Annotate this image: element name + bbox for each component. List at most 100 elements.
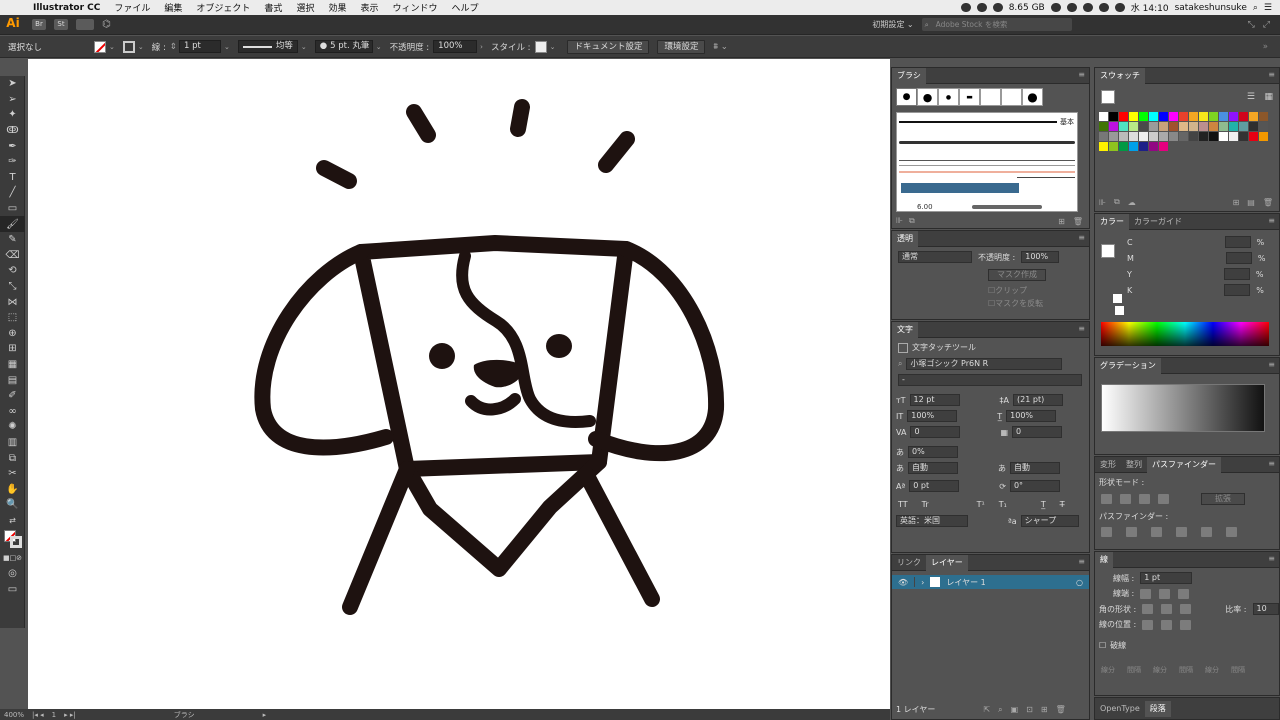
font-family-select[interactable]: 小塚ゴシック Pr6N R [906,358,1063,370]
make-clip-icon[interactable]: ▣ [1011,705,1019,714]
width-tool-icon[interactable]: ⋈ [0,294,25,310]
font-size-input[interactable]: 12 pt [909,394,960,406]
color-swatch[interactable] [1129,142,1138,151]
vertical-scale-input[interactable]: 100% [907,410,958,422]
artboard-number[interactable]: 1 [52,711,56,719]
brush-tip-oval[interactable]: ▬ [959,88,980,106]
tab-opentype[interactable]: OpenType [1095,704,1145,713]
blend-tool-icon[interactable]: ∞ [0,403,25,419]
eraser-tool-icon[interactable]: ⌫ [0,248,25,264]
list-icon[interactable]: ☰ [1264,3,1272,13]
color-swatch[interactable] [1259,112,1268,121]
color-swatch[interactable] [1249,112,1258,121]
character-rotation-input[interactable]: 0° [1009,480,1060,492]
opacity-field[interactable]: 100% › [433,40,483,53]
minus-back-icon[interactable] [1226,527,1237,537]
export-icon[interactable]: ⇱ [983,705,990,714]
new-color-group-icon[interactable]: ⊞ [1233,198,1240,207]
color-swatch[interactable] [1129,112,1138,121]
color-swatch[interactable] [1159,112,1168,121]
direct-selection-tool-icon[interactable]: ➢ [0,92,25,108]
color-swatch[interactable] [1179,112,1188,121]
color-swatch[interactable] [1099,132,1108,141]
bevel-join-icon[interactable] [1180,604,1192,614]
color-swatch[interactable] [1099,142,1108,151]
round-join-icon[interactable] [1161,604,1173,614]
subscript-button[interactable]: T₁ [999,500,1007,509]
layer-row[interactable]: 👁 › レイヤー 1 ○ [892,575,1089,589]
panel-menu-icon[interactable]: ≡ [1078,557,1085,566]
minimize-icon[interactable]: ⤡ [1248,20,1255,30]
expand-arrow-icon[interactable]: › [921,578,924,587]
brush-tip-empty-1[interactable] [980,88,1001,106]
swatch-kind-icon[interactable]: ⧉ [1114,197,1120,207]
cyan-input[interactable] [1224,236,1251,248]
color-swatch[interactable] [1149,122,1158,131]
merge-icon[interactable] [1151,527,1162,537]
zoom-level[interactable]: 400% [4,711,24,719]
outline-icon[interactable] [1201,527,1212,537]
lasso-tool-icon[interactable]: ↂ [0,123,25,139]
rotate-tool-icon[interactable]: ⟲ [0,263,25,279]
stock-button[interactable]: St [54,19,68,30]
stroke-weight-value[interactable]: 1 pt [178,40,221,53]
color-swatch[interactable] [1249,122,1258,131]
color-mode-icons[interactable]: ■□⊘ [0,550,25,566]
pencil-tool-icon[interactable]: ✎ [0,232,25,248]
white-chip[interactable] [1113,294,1122,303]
color-swatch[interactable] [1139,112,1148,121]
panel-menu-icon[interactable]: ≡ [1268,70,1275,79]
arrange-icon[interactable]: ⩩ ⌄ [713,42,727,52]
free-transform-tool-icon[interactable]: ⬚ [0,310,25,326]
opacity-value[interactable]: 100% [433,40,478,53]
color-swatch[interactable] [1259,122,1268,131]
blend-mode-select[interactable]: 通常 [898,251,972,263]
panel-menu-icon[interactable]: ≡ [1268,459,1275,468]
screen-mode-icon[interactable]: ▭ [0,581,25,597]
color-swatch[interactable] [1229,122,1238,131]
swatch-library-icon[interactable]: ⊪ [1099,198,1106,207]
tab-swatches[interactable]: スウォッチ [1095,67,1145,84]
hand-tool-icon[interactable]: ✋ [0,481,25,497]
search-icon[interactable]: ⌕ [1253,3,1258,13]
menu-help[interactable]: ヘルプ [445,1,486,14]
line-tool-icon[interactable]: ╱ [0,185,25,201]
tab-color[interactable]: カラー [1095,213,1129,230]
user-name[interactable]: satakeshunsuke [1175,3,1247,13]
trim-icon[interactable] [1126,527,1137,537]
color-swatch[interactable] [1169,122,1178,131]
color-swatch[interactable] [1179,122,1188,131]
menu-effect[interactable]: 効果 [321,1,353,14]
locate-object-icon[interactable]: ⌕ [998,705,1002,715]
color-swatch[interactable] [1109,112,1118,121]
dashed-line-checkbox[interactable]: ☐ 破線 [1099,640,1279,651]
menu-object[interactable]: オブジェクト [189,1,257,14]
wifi-icon[interactable] [1082,3,1093,12]
tab-transform[interactable]: 変形 [1095,459,1121,470]
color-swatch[interactable] [1149,112,1158,121]
rectangle-tool-icon[interactable]: ▭ [0,201,25,217]
bridge-button[interactable]: Br [32,19,46,30]
color-fill-stroke-proxy[interactable] [1101,244,1115,258]
clip-checkbox[interactable]: ☐ クリップ [988,285,1089,296]
line-icon[interactable] [976,3,987,12]
layer-name[interactable]: レイヤー 1 [946,577,985,588]
new-layer-icon[interactable]: ⊞ [1041,705,1048,714]
artboard-nav-icon[interactable]: |◂ ◂ [32,711,44,719]
menu-select[interactable]: 選択 [289,1,321,14]
gradient-preview[interactable] [1101,384,1265,432]
color-swatch[interactable] [1139,122,1148,131]
color-swatch[interactable] [1239,132,1248,141]
tsume-input[interactable]: 0% [908,446,958,458]
menu-view[interactable]: 表示 [353,1,385,14]
stock-search-input[interactable]: Adobe Stock を検索 [921,18,1072,31]
color-swatch[interactable] [1199,112,1208,121]
color-swatch[interactable] [1189,122,1198,131]
list-view-icon[interactable]: ☰ [1247,92,1255,102]
panel-menu-icon[interactable]: ≡ [1078,324,1085,333]
color-swatch[interactable] [1219,112,1228,121]
color-swatch[interactable] [1119,122,1128,131]
color-spectrum[interactable] [1101,322,1269,346]
tab-stroke[interactable]: 線 [1095,551,1113,568]
color-swatch[interactable] [1109,132,1118,141]
